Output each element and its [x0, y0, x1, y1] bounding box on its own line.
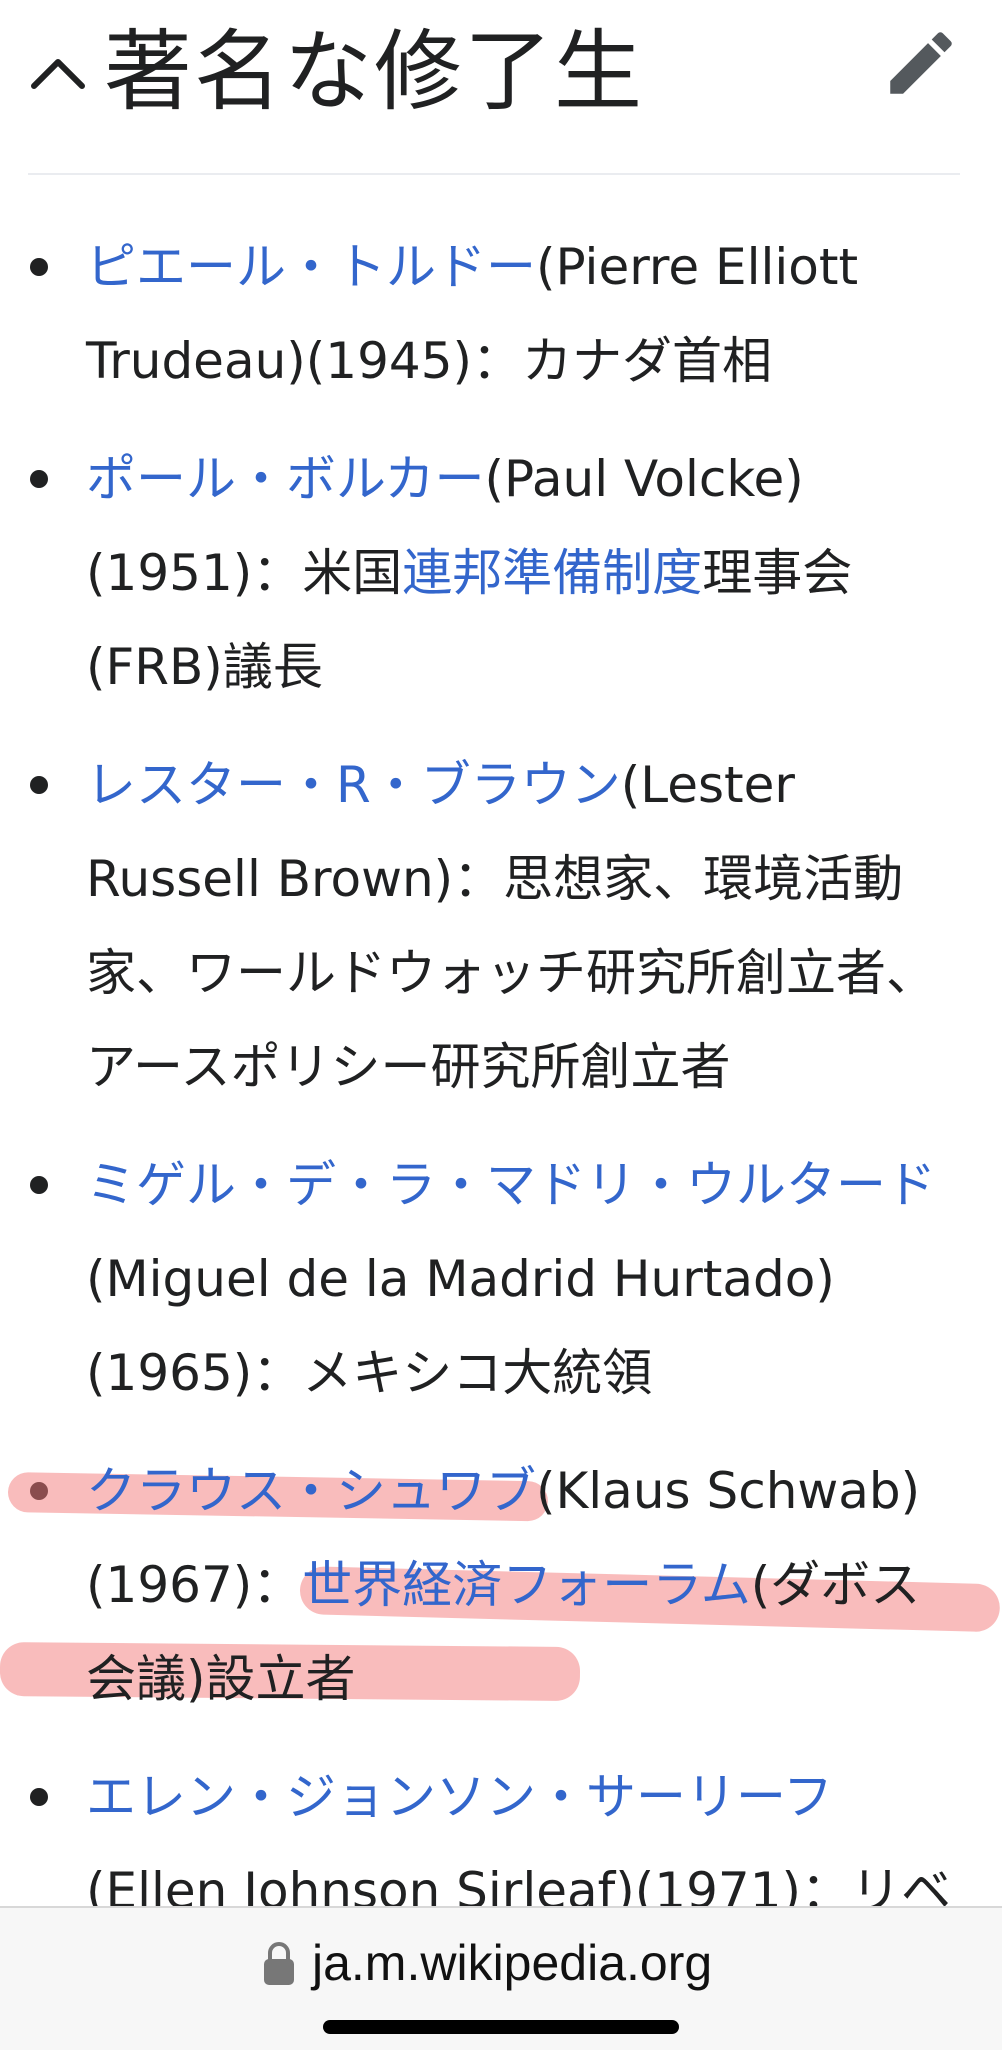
alumni-link[interactable]: ピエール・トルドー	[86, 238, 536, 296]
alumni-list: ピエール・トルドー(Pierre Elliott Trudeau)(1945)：…	[0, 220, 1002, 1962]
alumni-link[interactable]: ポール・ボルカー	[86, 450, 485, 508]
list-item: ポール・ボルカー(Paul Volcke)(1951)：米国連邦準備制度理事会(…	[0, 432, 1002, 714]
alumni-link[interactable]: ミゲル・デ・ラ・マドリ・ウルタード	[86, 1156, 936, 1214]
alumni-link[interactable]: エレン・ジョンソン・サーリーフ	[86, 1768, 833, 1826]
url-text[interactable]: ja.m.wikipedia.org	[312, 1928, 712, 1998]
list-item: レスター・R・ブラウン(Lester Russell Brown)：思想家、環境…	[0, 738, 1002, 1114]
alumni-link[interactable]: レスター・R・ブラウン	[86, 756, 621, 814]
list-item: ミゲル・デ・ラ・マドリ・ウルタード (Miguel de la Madrid Hu…	[0, 1138, 1002, 1420]
bullet	[30, 1788, 48, 1806]
section-divider	[28, 173, 960, 175]
alumni-desc: (Miguel de la Madrid Hurtado)(1965)：メキシコ…	[86, 1250, 835, 1402]
bullet	[30, 258, 48, 276]
inline-link[interactable]: 世界経済フォーラム	[302, 1556, 751, 1614]
lock-icon	[264, 1942, 294, 1985]
pencil-icon[interactable]	[880, 22, 962, 104]
bullet	[30, 1176, 48, 1194]
section-header[interactable]: 著名な修了生	[0, 0, 1002, 176]
list-item-highlighted: クラウス・シュワブ(Klaus Schwab)(1967)：世界経済フォーラム(…	[0, 1444, 1002, 1726]
alumni-link[interactable]: クラウス・シュワブ	[86, 1462, 536, 1520]
inline-link[interactable]: 連邦準備制度	[402, 544, 702, 602]
home-indicator[interactable]	[323, 2020, 679, 2034]
bullet	[30, 470, 48, 488]
browser-address-bar[interactable]: ja.m.wikipedia.org	[0, 1906, 1002, 2050]
list-item: ピエール・トルドー(Pierre Elliott Trudeau)(1945)：…	[0, 220, 1002, 408]
bullet	[30, 776, 48, 794]
chevron-up-icon[interactable]	[28, 44, 88, 104]
section-title: 著名な修了生	[104, 20, 645, 123]
